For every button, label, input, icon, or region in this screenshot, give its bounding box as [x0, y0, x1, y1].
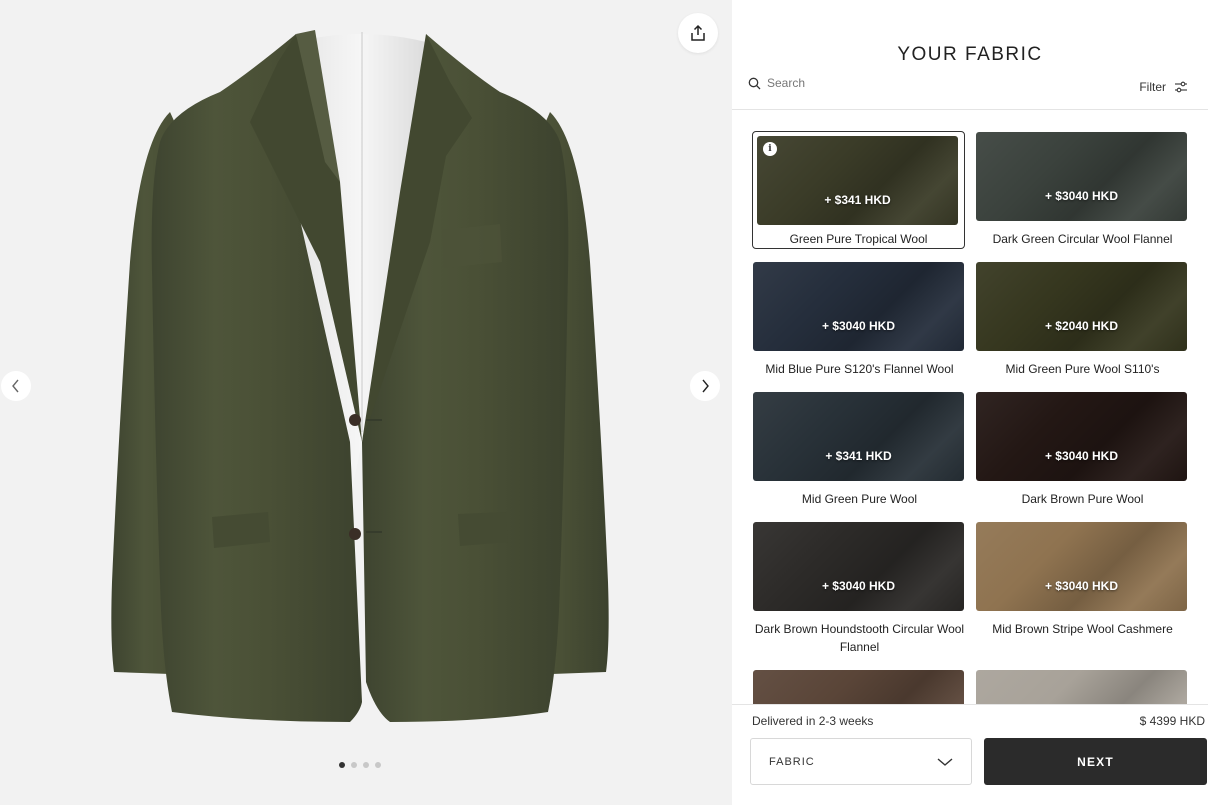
fabric-name: Dark Green Circular Wool Flannel [992, 232, 1173, 246]
fabric-card[interactable]: + $3040 HKD Dark Brown Houndstooth Circu… [753, 522, 966, 656]
fabric-panel: YOUR FABRIC Filter i + $341 [732, 0, 1208, 805]
fabric-price: + $341 HKD [824, 193, 891, 207]
fabric-price: + $3040 HKD [821, 579, 896, 593]
sliders-icon [1175, 81, 1187, 93]
delivery-info: Delivered in 2-3 weeks [752, 714, 874, 728]
fabric-swatch: + $3040 HKD [976, 132, 1187, 221]
fabric-card[interactable]: + $2040 HKD Mid Green Pure Wool S110's [976, 262, 1189, 378]
fabric-name: Mid Green Pure Wool S110's [1005, 362, 1160, 376]
chevron-left-icon [12, 379, 19, 393]
fabric-price: + $3040 HKD [1044, 579, 1119, 593]
search-icon [748, 77, 761, 89]
share-icon [691, 24, 705, 41]
fabric-card[interactable]: + $3040 HKD Dark Green Circular Wool Fla… [976, 132, 1189, 248]
fabric-card[interactable] [976, 670, 1189, 704]
fabric-card[interactable] [753, 670, 966, 704]
fabric-swatch: + $3040 HKD [753, 262, 964, 351]
fabric-swatch: + $2040 HKD [976, 262, 1187, 351]
chevron-right-icon [702, 379, 709, 393]
filter-button[interactable]: Filter [1139, 80, 1188, 94]
info-icon[interactable]: i [763, 142, 777, 156]
fabric-grid: i + $341 HKD Green Pure Tropical Wool + … [732, 110, 1208, 704]
filter-label: Filter [1139, 80, 1166, 94]
fabric-price: + $341 HKD [825, 449, 892, 463]
fabric-swatch: i + $341 HKD [757, 136, 958, 225]
prev-image-button[interactable] [1, 371, 31, 401]
share-button[interactable] [678, 13, 718, 53]
carousel-dot[interactable] [339, 762, 345, 768]
total-price: $ 4399 HKD [1139, 714, 1205, 728]
fabric-swatch: + $341 HKD [753, 392, 964, 481]
footer-divider [732, 704, 1208, 705]
fabric-price: + $2040 HKD [1044, 319, 1119, 333]
panel-title: YOUR FABRIC [897, 44, 1043, 65]
next-image-button[interactable] [690, 371, 720, 401]
fabric-price: + $3040 HKD [821, 319, 896, 333]
carousel-dot[interactable] [363, 762, 369, 768]
fabric-swatch [753, 670, 964, 704]
fabric-swatch: + $3040 HKD [976, 392, 1187, 481]
fabric-swatch [976, 670, 1187, 704]
fabric-swatch: + $3040 HKD [753, 522, 964, 611]
fabric-card[interactable]: + $3040 HKD Dark Brown Pure Wool [976, 392, 1189, 508]
fabric-name: Dark Brown Houndstooth Circular Wool Fla… [754, 622, 965, 654]
chevron-down-icon [937, 757, 953, 766]
fabric-name: Mid Green Pure Wool [801, 492, 918, 506]
search-input[interactable] [767, 76, 947, 90]
carousel-dot[interactable] [375, 762, 381, 768]
next-button[interactable]: NEXT [984, 738, 1207, 785]
page: YOUR FABRIC Filter i + $341 [0, 0, 1208, 805]
fabric-card[interactable]: i + $341 HKD Green Pure Tropical Wool [752, 131, 965, 249]
step-select-value: FABRIC [769, 755, 815, 768]
fabric-name: Mid Blue Pure S120's Flannel Wool [765, 362, 954, 376]
carousel-dot[interactable] [351, 762, 357, 768]
fabric-swatch: + $3040 HKD [976, 522, 1187, 611]
fabric-name: Green Pure Tropical Wool [789, 232, 928, 246]
jacket-image [111, 30, 609, 722]
fabric-price: + $3040 HKD [1044, 449, 1119, 463]
fabric-price: + $3040 HKD [1044, 189, 1119, 203]
step-select[interactable]: FABRIC [750, 738, 972, 785]
product-preview [0, 0, 732, 805]
carousel-dots [339, 762, 381, 768]
fabric-name: Mid Brown Stripe Wool Cashmere [992, 622, 1173, 636]
search-bar [748, 76, 947, 90]
fabric-card[interactable]: + $3040 HKD Mid Blue Pure S120's Flannel… [753, 262, 966, 378]
fabric-name: Dark Brown Pure Wool [1021, 492, 1144, 506]
fabric-card[interactable]: + $3040 HKD Mid Brown Stripe Wool Cashme… [976, 522, 1189, 638]
fabric-card[interactable]: + $341 HKD Mid Green Pure Wool [753, 392, 966, 508]
